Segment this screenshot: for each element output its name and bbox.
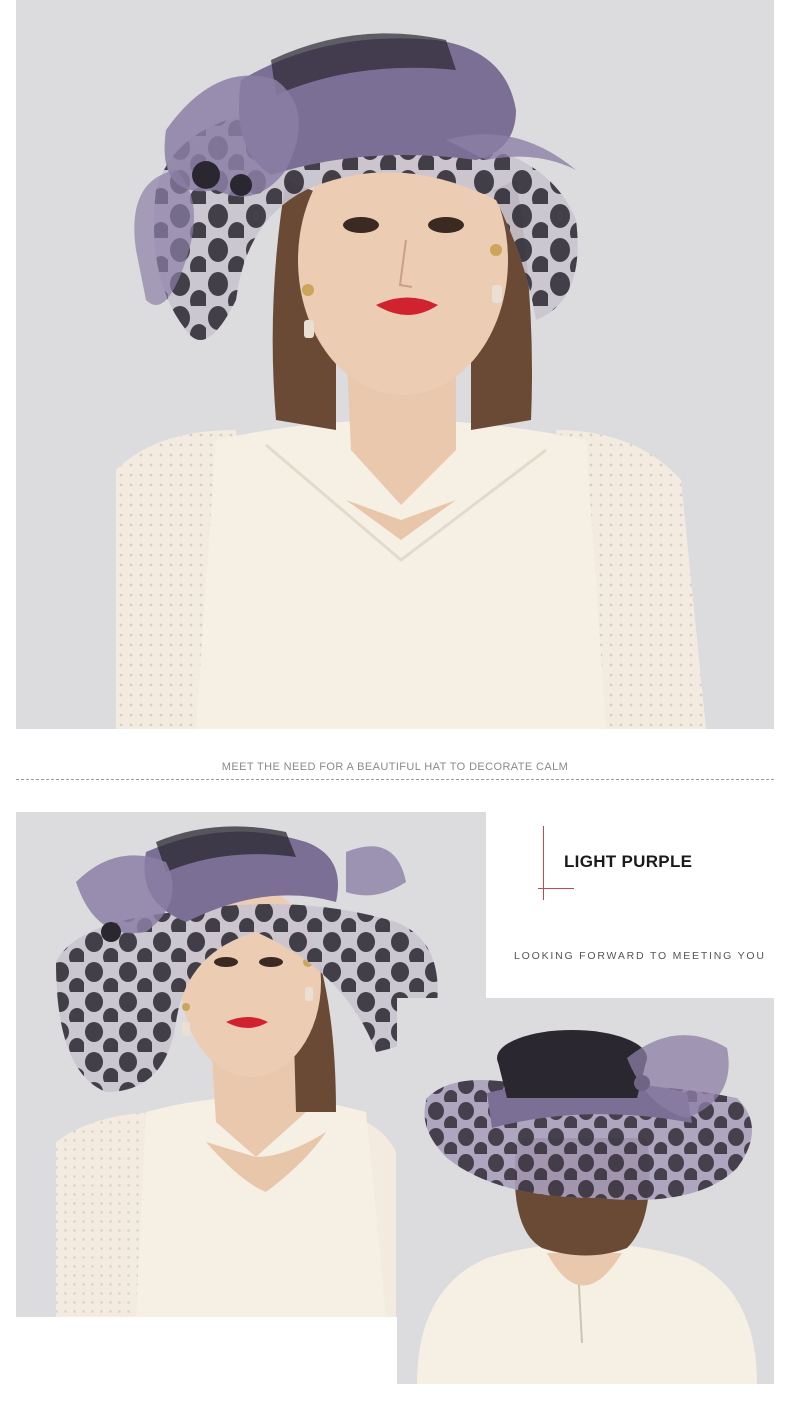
back-view-photo <box>397 998 774 1384</box>
dashed-rule <box>16 779 774 780</box>
info-panel <box>486 812 774 998</box>
section-divider: MEET THE NEED FOR A BEAUTIFUL HAT TO DEC… <box>16 759 774 781</box>
color-name-label: LIGHT PURPLE <box>564 852 693 871</box>
hero-illustration <box>16 0 774 729</box>
back-view-illustration <box>397 998 774 1384</box>
divider-caption: MEET THE NEED FOR A BEAUTIFUL HAT TO DEC… <box>221 761 569 773</box>
tagline-text: LOOKING FORWARD TO MEETING YOU <box>514 950 766 962</box>
hero-photo <box>16 0 774 729</box>
accent-bracket-horizontal <box>538 888 574 889</box>
